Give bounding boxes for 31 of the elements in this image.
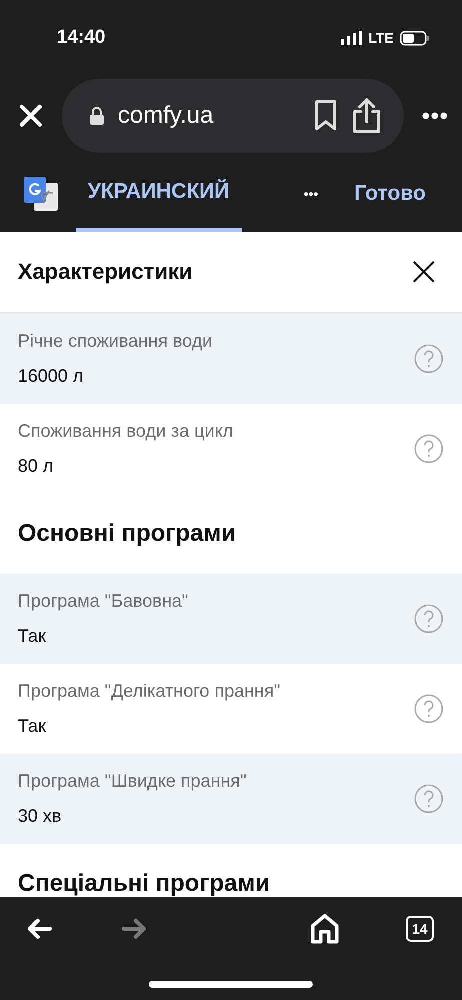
bookmark-icon[interactable] xyxy=(314,100,338,132)
more-icon[interactable] xyxy=(422,112,448,120)
network-label: LTE xyxy=(368,30,394,46)
close-icon[interactable] xyxy=(18,103,44,129)
share-icon[interactable] xyxy=(352,98,382,134)
spec-label: Програма "Делікатного прання" xyxy=(18,681,282,702)
section-heading: Основні програми xyxy=(17,519,238,549)
spec-label: Програма "Бавовна" xyxy=(18,591,190,612)
battery-icon xyxy=(400,30,430,46)
translate-icon xyxy=(24,177,58,211)
spec-value: Так xyxy=(18,626,48,647)
back-icon[interactable] xyxy=(26,918,52,940)
address-bar[interactable]: comfy.ua xyxy=(62,79,404,153)
section-heading: Спеціальні програми xyxy=(17,869,272,897)
more-options-button[interactable]: ••• xyxy=(304,186,319,202)
spec-label: Програма "Швидке прання" xyxy=(18,771,248,792)
spec-label: Річне споживання води xyxy=(18,331,214,352)
close-icon[interactable] xyxy=(412,260,436,284)
panel-title: Характеристики xyxy=(18,259,193,285)
lock-icon xyxy=(90,107,104,125)
signal-icon xyxy=(340,31,363,45)
url-text: comfy.ua xyxy=(118,102,215,130)
spec-label: Споживання води за цикл xyxy=(18,421,234,442)
spec-value: 80 л xyxy=(18,456,55,477)
spec-value: 30 хв xyxy=(18,806,63,827)
home-icon[interactable] xyxy=(310,914,340,944)
spec-value: Так xyxy=(18,716,48,737)
spec-value: 16000 л xyxy=(18,366,85,387)
status-time: 14:40 xyxy=(57,27,106,49)
tabs-button[interactable]: 14 xyxy=(406,916,434,942)
done-button[interactable]: Готово xyxy=(354,182,426,206)
